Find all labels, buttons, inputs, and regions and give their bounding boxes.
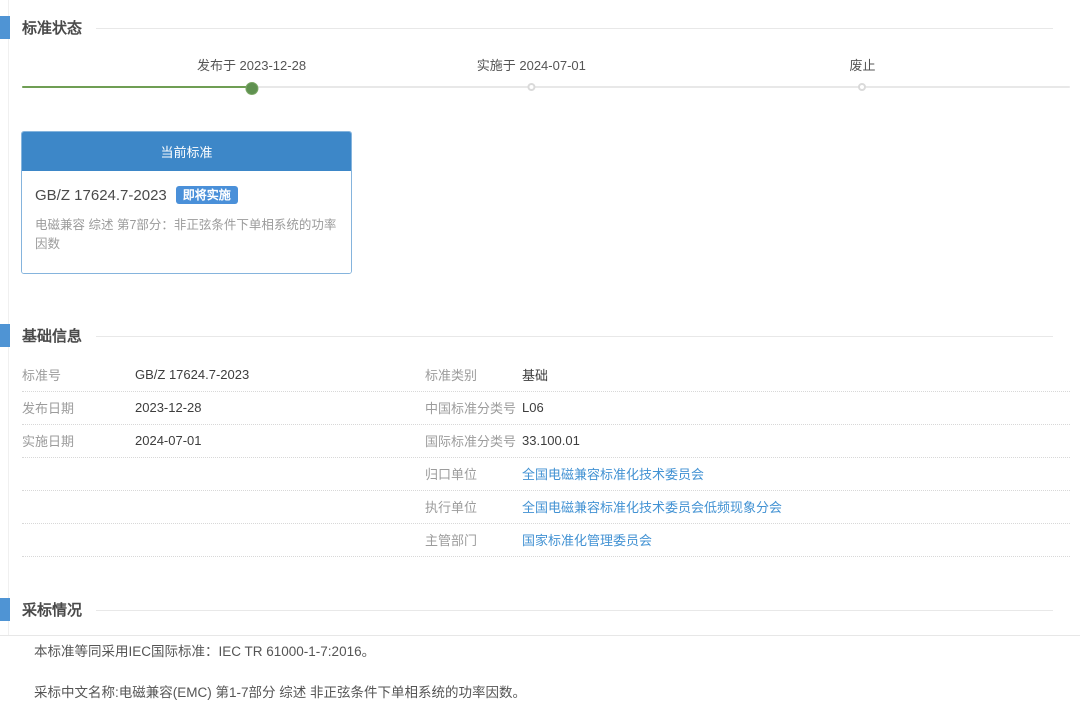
section-title-adoption-status: 采标情况: [22, 599, 82, 620]
section-title-standard-status: 标准状态: [22, 17, 82, 38]
table-row: 归口单位 全国电磁兼容标准化技术委员会: [22, 458, 1070, 491]
field-label-publish-date: 发布日期: [22, 398, 135, 417]
section-divider: [96, 610, 1053, 611]
field-value-china-classification: L06: [522, 400, 1070, 415]
section-title-basic-info: 基础信息: [22, 325, 82, 346]
field-value-standard-number: GB/Z 17624.7-2023: [135, 367, 425, 382]
table-row: 主管部门 国家标准化管理委员会: [22, 524, 1070, 557]
standard-description: 电磁兼容 综述 第7部分：非正弦条件下单相系统的功率因数: [35, 214, 338, 252]
status-timeline: 发布于 2023-12-28 实施于 2024-07-01 废止: [22, 55, 1070, 97]
current-standard-card-header: 当前标准: [22, 132, 351, 171]
timeline-label-implemented: 实施于 2024-07-01: [477, 55, 586, 74]
standard-code-row: GB/Z 17624.7-2023 即将实施: [35, 186, 338, 204]
timeline-label-published: 发布于 2023-12-28: [197, 55, 306, 74]
basic-info-header: 基础信息: [0, 323, 1080, 347]
field-label-standard-category: 标准类别: [425, 365, 522, 384]
section-standard-status: 标准状态 发布于 2023-12-28 实施于 2024-07-01 废止 当前…: [0, 15, 1080, 274]
timeline-label-abolished: 废止: [849, 55, 875, 74]
field-label-china-classification: 中国标准分类号: [425, 398, 522, 417]
field-label-executive-unit: 执行单位: [425, 497, 522, 516]
table-row: 发布日期 2023-12-28 中国标准分类号 L06: [22, 392, 1070, 425]
section-marker-icon: [0, 598, 10, 621]
field-value-publish-date: 2023-12-28: [135, 400, 425, 415]
link-centralized-unit[interactable]: 全国电磁兼容标准化技术委员会: [522, 464, 1070, 483]
standard-status-header: 标准状态: [0, 15, 1080, 39]
section-adoption-status: 采标情况 本标准等同采用IEC国际标准：IEC TR 61000-1-7:201…: [0, 597, 1080, 703]
standard-code: GB/Z 17624.7-2023: [35, 187, 167, 204]
standard-detail-page: 标准状态 发布于 2023-12-28 实施于 2024-07-01 废止 当前…: [0, 0, 1080, 636]
adoption-paragraph-iec: 本标准等同采用IEC国际标准：IEC TR 61000-1-7:2016。: [34, 643, 1060, 662]
field-label-centralized-unit: 归口单位: [425, 464, 522, 483]
section-marker-icon: [0, 16, 10, 39]
current-standard-card: 当前标准 GB/Z 17624.7-2023 即将实施 电磁兼容 综述 第7部分…: [21, 131, 352, 274]
section-basic-info: 基础信息 标准号 GB/Z 17624.7-2023 标准类别 基础 发布日期 …: [0, 323, 1080, 557]
status-badge: 即将实施: [176, 186, 238, 204]
timeline-stop-implemented: 实施于 2024-07-01: [477, 55, 586, 91]
timeline-dot-published: [245, 82, 258, 95]
section-divider: [96, 336, 1053, 337]
timeline-dot-abolished: [858, 83, 866, 91]
table-row: 实施日期 2024-07-01 国际标准分类号 33.100.01: [22, 425, 1070, 458]
table-row: 标准号 GB/Z 17624.7-2023 标准类别 基础: [22, 359, 1070, 392]
timeline-stop-published: 发布于 2023-12-28: [197, 55, 306, 95]
field-value-international-classification: 33.100.01: [522, 433, 1070, 448]
link-competent-department[interactable]: 国家标准化管理委员会: [522, 530, 1070, 549]
current-standard-card-body: GB/Z 17624.7-2023 即将实施 电磁兼容 综述 第7部分：非正弦条…: [22, 171, 351, 273]
field-value-implementation-date: 2024-07-01: [135, 433, 425, 448]
field-label-standard-number: 标准号: [22, 365, 135, 384]
table-row: 执行单位 全国电磁兼容标准化技术委员会低频现象分会: [22, 491, 1070, 524]
section-divider: [96, 28, 1053, 29]
timeline-dot-implemented: [527, 83, 535, 91]
field-label-competent-department: 主管部门: [425, 530, 522, 549]
field-label-international-classification: 国际标准分类号: [425, 431, 522, 450]
adoption-status-header: 采标情况: [0, 597, 1080, 621]
adoption-paragraph-chinese-name: 采标中文名称:电磁兼容(EMC) 第1-7部分 综述 非正弦条件下单相系统的功率…: [34, 684, 1060, 703]
basic-info-table: 标准号 GB/Z 17624.7-2023 标准类别 基础 发布日期 2023-…: [22, 359, 1070, 557]
field-value-standard-category: 基础: [522, 365, 1070, 384]
timeline-stop-abolished: 废止: [849, 55, 875, 91]
section-marker-icon: [0, 324, 10, 347]
link-executive-unit[interactable]: 全国电磁兼容标准化技术委员会低频现象分会: [522, 497, 1070, 516]
field-label-implementation-date: 实施日期: [22, 431, 135, 450]
